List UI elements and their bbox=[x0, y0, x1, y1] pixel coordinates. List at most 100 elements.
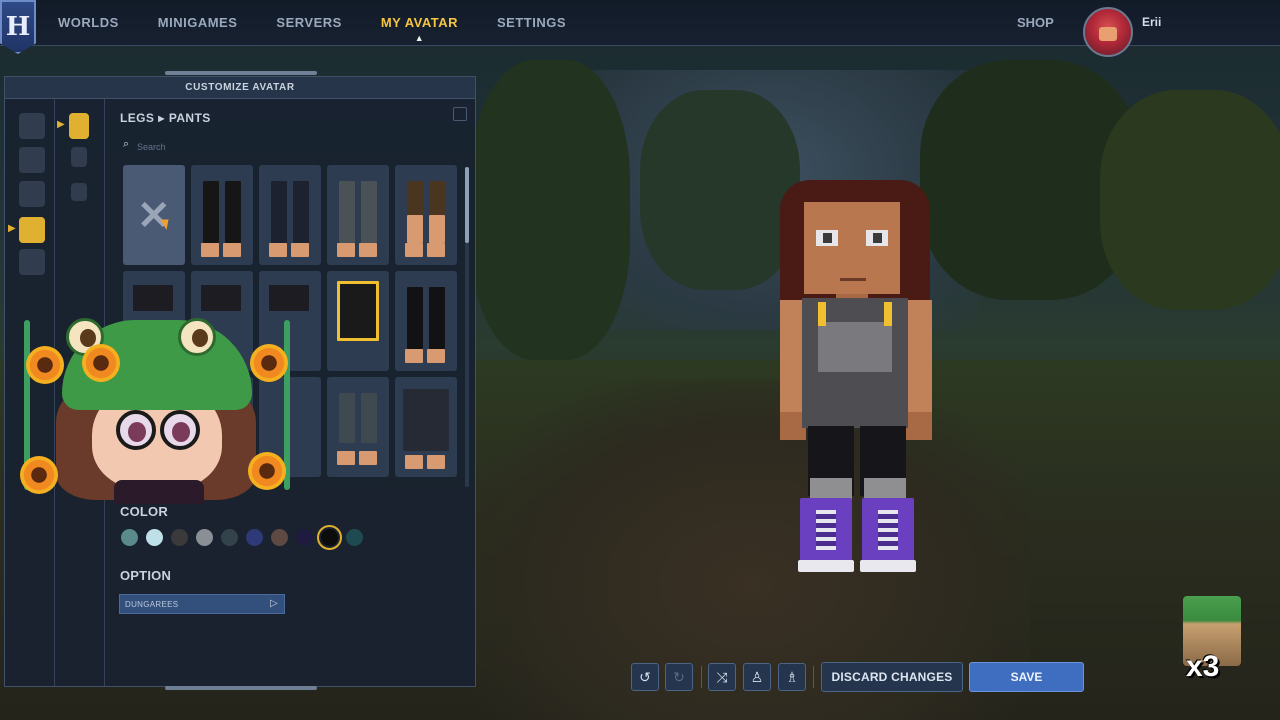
pants-subcategory-icon[interactable] bbox=[69, 113, 89, 139]
toolbar-separator bbox=[701, 666, 702, 688]
undo-button[interactable]: ↺ bbox=[631, 663, 659, 691]
character-strap-right bbox=[884, 302, 892, 326]
nav-settings[interactable]: SETTINGS bbox=[497, 15, 566, 30]
pants-item-tile[interactable] bbox=[327, 271, 389, 371]
breadcrumb-separator-icon: ▶ bbox=[158, 114, 165, 123]
option-dropdown-value: DUNGAREES bbox=[125, 599, 179, 609]
character-hand-right bbox=[906, 412, 932, 440]
color-swatch[interactable] bbox=[317, 525, 342, 550]
hytale-logo[interactable]: H bbox=[0, 0, 36, 54]
color-swatch[interactable] bbox=[196, 529, 213, 546]
sunflower-icon bbox=[250, 344, 288, 382]
search-icon: ⌕ bbox=[123, 138, 130, 150]
discard-changes-button[interactable]: DISCARD CHANGES bbox=[821, 662, 963, 692]
search-row: ⌕ bbox=[123, 138, 463, 155]
color-swatch[interactable] bbox=[346, 529, 363, 546]
option-arrow-icon: ▷ bbox=[270, 598, 278, 609]
scrollbar-thumb[interactable] bbox=[465, 167, 469, 243]
active-subcategory-arrow-icon: ▶ bbox=[57, 119, 65, 130]
nav-my-avatar[interactable]: MY AVATAR ▲ bbox=[380, 15, 459, 43]
preset-icon: ♙ bbox=[750, 668, 764, 685]
search-input[interactable] bbox=[137, 139, 457, 155]
nav-shop[interactable]: SHOP bbox=[1017, 15, 1054, 30]
sunflower-icon bbox=[20, 456, 58, 494]
item-grid-scrollbar[interactable] bbox=[465, 167, 469, 487]
shoes-subcategory-icon[interactable] bbox=[71, 183, 87, 201]
pants-item-tile[interactable] bbox=[327, 165, 389, 265]
color-swatch[interactable] bbox=[171, 529, 188, 546]
character-eye-right bbox=[866, 230, 888, 246]
sticker-count: x3 bbox=[1186, 650, 1220, 683]
color-swatch[interactable] bbox=[296, 529, 313, 546]
head-category-icon[interactable] bbox=[19, 113, 45, 139]
overlay-frog-eye-icon bbox=[178, 318, 216, 356]
nav-worlds[interactable]: WORLDS bbox=[58, 15, 119, 30]
pants-item-tile[interactable] bbox=[395, 377, 457, 477]
color-swatches bbox=[121, 525, 363, 550]
active-caret-icon: ▲ bbox=[414, 33, 425, 43]
pants-item-tile[interactable] bbox=[259, 165, 321, 265]
clear-item-tile[interactable]: ✕ bbox=[123, 165, 185, 265]
character-mouth bbox=[840, 278, 866, 281]
redo-icon: ↻ bbox=[673, 668, 685, 685]
tree bbox=[1100, 90, 1280, 310]
save-button[interactable]: SAVE bbox=[969, 662, 1084, 692]
avatar-character bbox=[780, 180, 932, 580]
top-nav-bar: H WORLDS MINIGAMES SERVERS MY AVATAR ▲ S… bbox=[0, 0, 1280, 57]
panel-resize-handle-top[interactable] bbox=[165, 71, 317, 75]
character-strap-left bbox=[818, 302, 826, 326]
option-section-label: OPTION bbox=[120, 568, 172, 583]
profile-username[interactable]: Erii bbox=[1142, 15, 1161, 29]
sunflower-icon bbox=[26, 346, 64, 384]
panel-title: CUSTOMIZE AVATAR bbox=[5, 77, 475, 99]
save-preset-button[interactable]: ♗ bbox=[778, 663, 806, 691]
sunflower-icon bbox=[82, 344, 120, 382]
sunflower-icon bbox=[248, 452, 286, 490]
pants-item-tile[interactable] bbox=[191, 165, 253, 265]
color-swatch[interactable] bbox=[271, 529, 288, 546]
streamer-overlay-art bbox=[18, 310, 296, 510]
character-sole-right bbox=[860, 560, 916, 572]
option-dropdown[interactable]: DUNGAREES ▷ bbox=[119, 594, 285, 614]
character-laces-right bbox=[878, 510, 898, 550]
color-swatch[interactable] bbox=[146, 529, 163, 546]
active-category-arrow-icon: ▶ bbox=[8, 223, 16, 234]
pants-item-tile[interactable] bbox=[395, 165, 457, 265]
legs-category-icon[interactable] bbox=[19, 217, 45, 243]
breadcrumb-category[interactable]: LEGS bbox=[120, 111, 154, 125]
redo-button[interactable]: ↻ bbox=[665, 663, 693, 691]
character-sole-left bbox=[798, 560, 854, 572]
nav-my-avatar-label: MY AVATAR bbox=[380, 15, 459, 30]
toolbar-separator bbox=[813, 666, 814, 688]
cape-category-icon[interactable] bbox=[19, 249, 45, 275]
main-nav: WORLDS MINIGAMES SERVERS MY AVATAR ▲ SET… bbox=[58, 15, 605, 43]
profile-avatar[interactable] bbox=[1083, 7, 1133, 57]
undo-icon: ↺ bbox=[639, 668, 651, 685]
panel-resize-handle-bottom[interactable] bbox=[165, 686, 317, 690]
randomize-button[interactable]: ⤨ bbox=[708, 663, 736, 691]
breadcrumb: LEGS ▶ PANTS bbox=[120, 111, 211, 125]
preset-save-icon: ♗ bbox=[785, 668, 799, 685]
overlay-glasses-left bbox=[116, 410, 156, 450]
copy-outfit-button[interactable] bbox=[453, 107, 467, 121]
overlay-glasses-right bbox=[160, 410, 200, 450]
shuffle-icon: ⤨ bbox=[716, 668, 728, 685]
character-eye-left bbox=[816, 230, 838, 246]
breadcrumb-subcategory: PANTS bbox=[168, 111, 211, 125]
color-swatch[interactable] bbox=[246, 529, 263, 546]
tree bbox=[640, 90, 800, 290]
pants-item-tile[interactable] bbox=[327, 377, 389, 477]
character-laces-left bbox=[816, 510, 836, 550]
character-dungarees-bib bbox=[818, 322, 892, 372]
pants-item-tile[interactable] bbox=[395, 271, 457, 371]
overlay-body bbox=[114, 480, 204, 504]
tree bbox=[470, 60, 630, 360]
color-swatch[interactable] bbox=[221, 529, 238, 546]
body-category-icon[interactable] bbox=[19, 147, 45, 173]
socks-subcategory-icon[interactable] bbox=[71, 147, 87, 167]
arms-category-icon[interactable] bbox=[19, 181, 45, 207]
color-swatch[interactable] bbox=[121, 529, 138, 546]
nav-minigames[interactable]: MINIGAMES bbox=[158, 15, 238, 30]
nav-servers[interactable]: SERVERS bbox=[276, 15, 341, 30]
load-preset-button[interactable]: ♙ bbox=[743, 663, 771, 691]
